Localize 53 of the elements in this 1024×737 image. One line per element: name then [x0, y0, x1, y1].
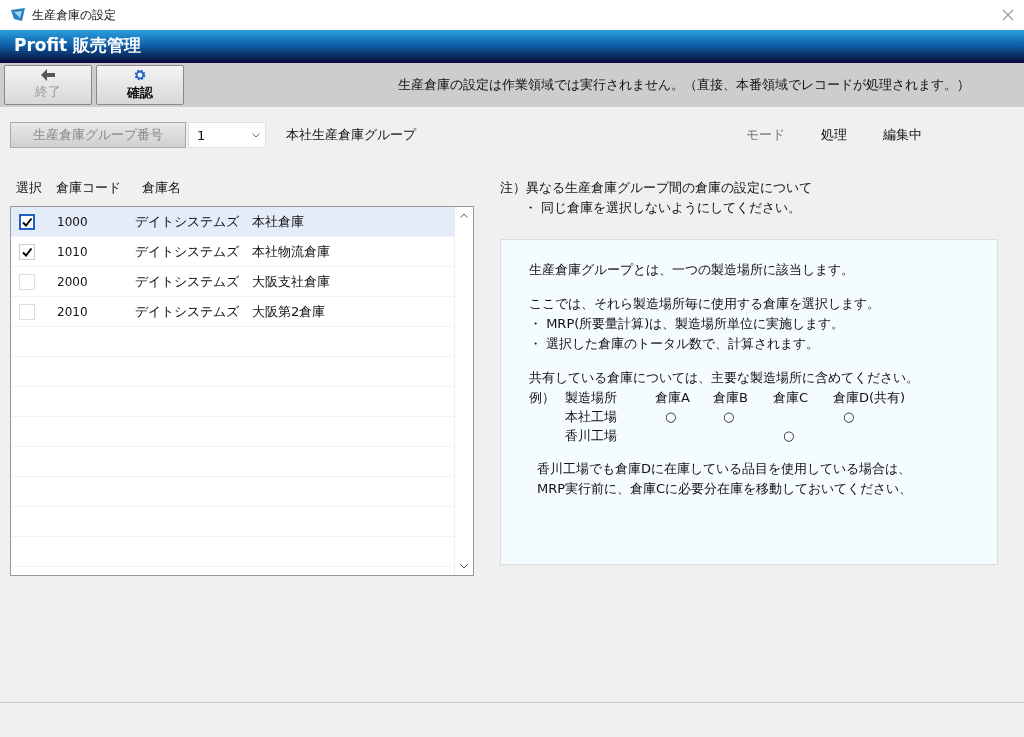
- list-row[interactable]: 1010 デイトシステムズ 本社物流倉庫: [11, 237, 454, 267]
- mode-action: 処理: [821, 126, 847, 144]
- scroll-up-icon[interactable]: [460, 213, 468, 218]
- app-logo-icon: [10, 7, 26, 23]
- column-header: 選択: [16, 179, 43, 197]
- table-cell: デイトシステムズ 本社物流倉庫: [135, 242, 330, 261]
- table-cell: デイトシステムズ 大阪支社倉庫: [135, 272, 330, 291]
- info-text: 共有している倉庫については、主要な製造場所に含めてください。: [529, 369, 920, 387]
- table-cell: デイトシステムズ 大阪第2倉庫: [135, 302, 326, 321]
- info-text: ・ 選択した倉庫のトータル数で、計算されます。: [529, 335, 821, 353]
- note-title: 注）異なる生産倉庫グループ間の倉庫の設定について: [500, 179, 813, 197]
- mode-label: モード: [746, 126, 785, 144]
- mode-state: 編集中: [883, 126, 922, 144]
- toolbar-button[interactable]: 確認: [96, 65, 184, 105]
- group-number-dropdown[interactable]: 1: [188, 122, 266, 148]
- chevron-down-icon: [252, 132, 260, 138]
- info-text: ここでは、それら製造場所毎に使用する倉庫を選択します。: [529, 295, 881, 313]
- example-site: 本社工場: [565, 408, 618, 426]
- list-row[interactable]: 2010 デイトシステムズ 大阪第2倉庫: [11, 297, 454, 327]
- column-header: 倉庫名: [142, 179, 181, 197]
- gear-icon: [133, 68, 147, 82]
- info-text: 香川工場でも倉庫Dに在庫している品目を使用している場合は、: [537, 460, 912, 478]
- example-mark: ○: [782, 427, 796, 445]
- table-cell-text: 1010: [57, 244, 89, 259]
- example-header: 倉庫B: [713, 389, 749, 407]
- table-cell-text: 2000: [57, 274, 89, 289]
- checkbox[interactable]: [19, 213, 35, 230]
- toolbar-message: 生産倉庫の設定は作業領域では実行されません。（直接、本番領域でレコードが処理されます。）: [398, 76, 970, 94]
- example-mark: ○: [842, 408, 856, 426]
- example-site: 香川工場: [565, 427, 618, 445]
- table-cell-text: 1000: [57, 214, 89, 229]
- info-text: ・ MRP(所要量計算)は、製造場所単位に実施します。: [529, 315, 846, 333]
- info-text: MRP実行前に、倉庫Cに必要分在庫を移動しておいてください、: [537, 480, 914, 498]
- example-header: 製造場所: [565, 389, 618, 407]
- list-row[interactable]: 2000 デイトシステムズ 大阪支社倉庫: [11, 267, 454, 297]
- info-text: 生産倉庫グループとは、一つの製造場所に該当します。: [529, 261, 855, 279]
- table-cell-text: 2010: [57, 304, 89, 319]
- table-cell: デイトシステムズ 本社倉庫: [135, 212, 304, 231]
- example-mark: ○: [722, 408, 736, 426]
- group-name: 本社生産倉庫グループ: [286, 126, 416, 144]
- scroll-down-icon[interactable]: [460, 564, 468, 569]
- example-header: 倉庫D(共有): [833, 389, 907, 407]
- close-icon[interactable]: [1002, 9, 1014, 21]
- column-header: 倉庫コード: [56, 179, 122, 197]
- window-title: 生産倉庫の設定: [32, 6, 116, 24]
- note-text: ・ 同じ倉庫を選択しないようにしてください。: [523, 199, 803, 217]
- example-label: 例）: [529, 389, 556, 407]
- example-mark: ○: [664, 408, 678, 426]
- app-title: Profit 販売管理: [14, 33, 142, 57]
- example-header: 倉庫A: [655, 389, 691, 407]
- left-arrow-icon: [41, 69, 55, 81]
- example-header: 倉庫C: [773, 389, 810, 407]
- list-row[interactable]: 1000 デイトシステムズ 本社倉庫: [11, 207, 454, 237]
